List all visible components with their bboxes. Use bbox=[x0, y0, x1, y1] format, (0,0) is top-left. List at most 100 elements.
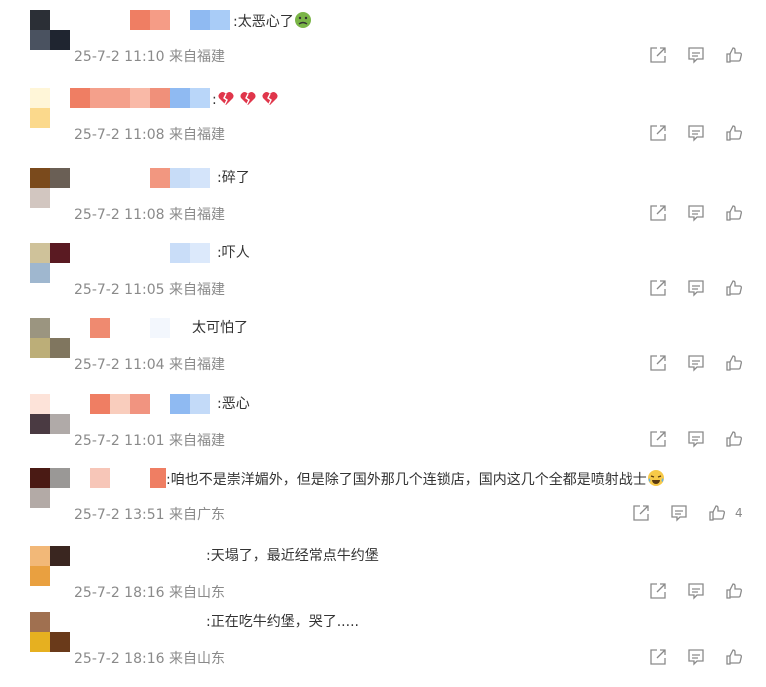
comment-item: :天塌了，最近经常点牛约堡 25-7-2 18:16 来自山东 bbox=[0, 546, 766, 621]
comment-item: :太恶心了 25-7-2 11:10 来自福建 bbox=[0, 10, 766, 85]
share-icon[interactable] bbox=[631, 503, 651, 523]
comment-time: 25-7-2 11:08 bbox=[74, 127, 165, 143]
comment-meta: 25-7-2 13:51 来自广东 bbox=[74, 504, 225, 524]
comment-actions bbox=[648, 203, 744, 223]
comment-location: 来自福建 bbox=[168, 433, 225, 449]
redacted-username bbox=[90, 468, 166, 488]
comment-icon[interactable] bbox=[686, 45, 706, 65]
redacted-username bbox=[130, 10, 230, 30]
thumbs-up-icon[interactable] bbox=[724, 429, 744, 449]
comment-text: :正在吃牛约堡，哭了..... bbox=[206, 614, 359, 630]
comment-icon[interactable] bbox=[686, 353, 706, 373]
comment-meta: 25-7-2 18:16 来自山东 bbox=[74, 582, 225, 602]
comment-item: : 25-7-2 11:08 来自福建 bbox=[0, 88, 766, 163]
comment-location: 来自山东 bbox=[168, 585, 225, 601]
thumbs-up-icon[interactable] bbox=[724, 278, 744, 298]
like-count: 4 bbox=[735, 506, 743, 520]
comment-icon[interactable] bbox=[686, 203, 706, 223]
thumbs-up-icon[interactable] bbox=[724, 647, 744, 667]
comment-location: 来自福建 bbox=[168, 127, 225, 143]
comment-item: 太可怕了 25-7-2 11:04 来自福建 bbox=[0, 318, 766, 393]
comment-meta: 25-7-2 11:01 来自福建 bbox=[74, 430, 225, 450]
avatar[interactable] bbox=[30, 168, 70, 208]
share-icon[interactable] bbox=[648, 278, 668, 298]
comment-meta: 25-7-2 11:05 来自福建 bbox=[74, 279, 225, 299]
comment-text: :恶心 bbox=[217, 396, 250, 412]
avatar[interactable] bbox=[30, 394, 70, 434]
comment-icon[interactable] bbox=[686, 429, 706, 449]
comment-time: 25-7-2 13:51 bbox=[74, 507, 165, 523]
redacted-username bbox=[90, 318, 110, 338]
comment-icon[interactable] bbox=[686, 647, 706, 667]
comment-location: 来自广东 bbox=[168, 507, 225, 523]
share-icon[interactable] bbox=[648, 203, 668, 223]
avatar[interactable] bbox=[30, 88, 70, 128]
thumbs-up-icon[interactable] bbox=[724, 203, 744, 223]
comment-time: 25-7-2 18:16 bbox=[74, 651, 165, 667]
thumbs-up-icon[interactable] bbox=[724, 353, 744, 373]
comment-actions bbox=[648, 581, 744, 601]
redacted-username bbox=[150, 318, 170, 338]
comment-icon[interactable] bbox=[669, 503, 689, 523]
broken-heart-icon bbox=[217, 89, 283, 112]
avatar[interactable] bbox=[30, 546, 70, 586]
redacted-username bbox=[170, 243, 210, 263]
comment-actions bbox=[648, 45, 744, 65]
nauseated-face-icon bbox=[294, 11, 312, 34]
comment-actions bbox=[648, 429, 744, 449]
comment-location: 来自福建 bbox=[168, 357, 225, 373]
comment-actions bbox=[648, 123, 744, 143]
comment-icon[interactable] bbox=[686, 581, 706, 601]
share-icon[interactable] bbox=[648, 581, 668, 601]
comment-item: :恶心 25-7-2 11:01 来自福建 bbox=[0, 394, 766, 469]
avatar[interactable] bbox=[30, 318, 70, 358]
comment-text: :吓人 bbox=[217, 245, 250, 261]
comment-meta: 25-7-2 11:04 来自福建 bbox=[74, 354, 225, 374]
comment-meta: 25-7-2 18:16 来自山东 bbox=[74, 648, 225, 668]
comment-meta: 25-7-2 11:10 来自福建 bbox=[74, 46, 225, 66]
comment-location: 来自福建 bbox=[168, 49, 225, 65]
comment-icon[interactable] bbox=[686, 278, 706, 298]
avatar[interactable] bbox=[30, 243, 70, 283]
comment-time: 25-7-2 11:05 bbox=[74, 282, 165, 298]
avatar[interactable] bbox=[30, 612, 70, 652]
comment-time: 25-7-2 11:08 bbox=[74, 207, 165, 223]
comment-location: 来自山东 bbox=[168, 651, 225, 667]
comment-meta: 25-7-2 11:08 来自福建 bbox=[74, 204, 225, 224]
comment-time: 25-7-2 11:04 bbox=[74, 357, 165, 373]
comment-meta: 25-7-2 11:08 来自福建 bbox=[74, 124, 225, 144]
comment-time: 25-7-2 11:01 bbox=[74, 433, 165, 449]
comment-icon[interactable] bbox=[686, 123, 706, 143]
comment-text: :碎了 bbox=[217, 170, 250, 186]
redacted-username bbox=[150, 168, 210, 188]
comment-text: :太恶心了 bbox=[233, 11, 312, 34]
share-icon[interactable] bbox=[648, 123, 668, 143]
thumbs-up-icon[interactable] bbox=[724, 581, 744, 601]
share-icon[interactable] bbox=[648, 429, 668, 449]
comment-actions bbox=[648, 647, 744, 667]
comment-location: 来自福建 bbox=[168, 207, 225, 223]
share-icon[interactable] bbox=[648, 353, 668, 373]
comment-item: :正在吃牛约堡，哭了..... 25-7-2 18:16 来自山东 bbox=[0, 612, 766, 687]
comment-actions bbox=[648, 278, 744, 298]
avatar[interactable] bbox=[30, 10, 70, 50]
laughing-tears-icon bbox=[647, 469, 665, 492]
comment-item: :吓人 25-7-2 11:05 来自福建 bbox=[0, 243, 766, 318]
share-icon[interactable] bbox=[648, 647, 668, 667]
share-icon[interactable] bbox=[648, 45, 668, 65]
comment-time: 25-7-2 11:10 bbox=[74, 49, 165, 65]
comment-actions bbox=[648, 353, 744, 373]
comment-text: 太可怕了 bbox=[192, 320, 248, 336]
comment-text: : bbox=[212, 89, 283, 112]
comment-text: :咱也不是崇洋媚外，但是除了国外那几个连锁店，国内这几个全都是喷射战士 bbox=[166, 469, 665, 492]
comment-time: 25-7-2 18:16 bbox=[74, 585, 165, 601]
comment-actions: 4 bbox=[631, 503, 743, 523]
thumbs-up-icon[interactable] bbox=[724, 45, 744, 65]
thumbs-up-icon[interactable] bbox=[724, 123, 744, 143]
avatar[interactable] bbox=[30, 468, 70, 508]
comment-location: 来自福建 bbox=[168, 282, 225, 298]
thumbs-up-icon[interactable] bbox=[707, 503, 727, 523]
comment-item: :碎了 25-7-2 11:08 来自福建 bbox=[0, 168, 766, 243]
comment-item: :咱也不是崇洋媚外，但是除了国外那几个连锁店，国内这几个全都是喷射战士 25-7… bbox=[0, 468, 766, 543]
redacted-username bbox=[90, 394, 210, 414]
